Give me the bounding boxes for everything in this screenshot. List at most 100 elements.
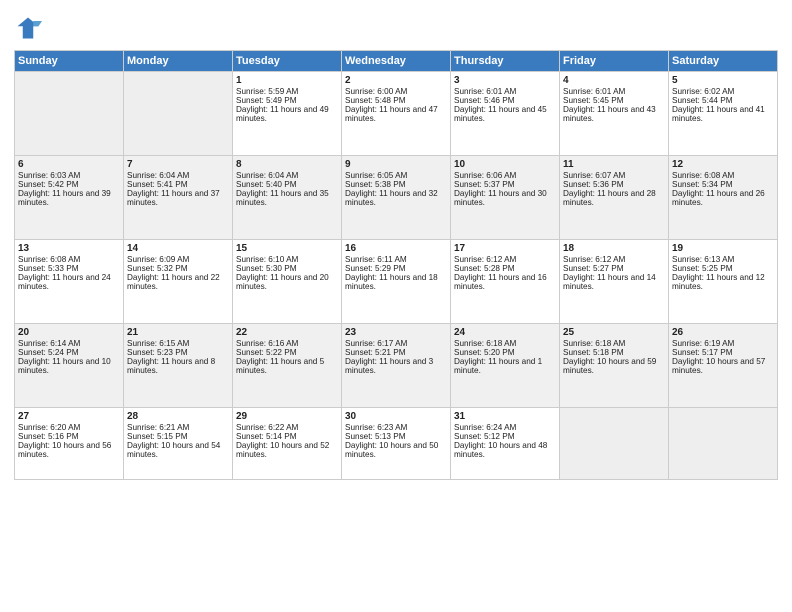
day-info: Sunset: 5:38 PM	[345, 180, 447, 189]
day-number: 12	[672, 159, 774, 170]
calendar-cell	[124, 72, 233, 156]
weekday-header-saturday: Saturday	[669, 51, 778, 72]
day-info: Sunset: 5:16 PM	[18, 432, 120, 441]
day-info: Sunrise: 6:04 AM	[127, 171, 229, 180]
day-info: Sunset: 5:28 PM	[454, 264, 556, 273]
day-info: Daylight: 11 hours and 16 minutes.	[454, 273, 556, 291]
day-info: Sunrise: 6:18 AM	[563, 339, 665, 348]
calendar-cell: 20Sunrise: 6:14 AMSunset: 5:24 PMDayligh…	[15, 324, 124, 408]
day-info: Sunrise: 6:17 AM	[345, 339, 447, 348]
day-number: 17	[454, 243, 556, 254]
day-info: Sunrise: 6:08 AM	[672, 171, 774, 180]
day-number: 1	[236, 75, 338, 86]
day-info: Sunset: 5:15 PM	[127, 432, 229, 441]
calendar-cell: 27Sunrise: 6:20 AMSunset: 5:16 PMDayligh…	[15, 408, 124, 480]
calendar-cell: 18Sunrise: 6:12 AMSunset: 5:27 PMDayligh…	[560, 240, 669, 324]
day-info: Sunrise: 6:19 AM	[672, 339, 774, 348]
weekday-header-sunday: Sunday	[15, 51, 124, 72]
day-info: Sunrise: 6:09 AM	[127, 255, 229, 264]
day-info: Sunrise: 6:06 AM	[454, 171, 556, 180]
day-info: Sunset: 5:29 PM	[345, 264, 447, 273]
day-number: 15	[236, 243, 338, 254]
day-info: Daylight: 11 hours and 8 minutes.	[127, 357, 229, 375]
day-number: 7	[127, 159, 229, 170]
day-info: Sunset: 5:23 PM	[127, 348, 229, 357]
day-info: Sunrise: 6:18 AM	[454, 339, 556, 348]
weekday-header-thursday: Thursday	[451, 51, 560, 72]
day-info: Daylight: 11 hours and 5 minutes.	[236, 357, 338, 375]
day-number: 11	[563, 159, 665, 170]
day-info: Sunrise: 6:14 AM	[18, 339, 120, 348]
calendar-cell: 16Sunrise: 6:11 AMSunset: 5:29 PMDayligh…	[342, 240, 451, 324]
day-number: 3	[454, 75, 556, 86]
calendar-cell: 10Sunrise: 6:06 AMSunset: 5:37 PMDayligh…	[451, 156, 560, 240]
day-info: Daylight: 10 hours and 48 minutes.	[454, 441, 556, 459]
day-info: Sunset: 5:40 PM	[236, 180, 338, 189]
day-info: Sunset: 5:41 PM	[127, 180, 229, 189]
day-info: Sunset: 5:20 PM	[454, 348, 556, 357]
day-info: Daylight: 10 hours and 57 minutes.	[672, 357, 774, 375]
day-info: Sunrise: 5:59 AM	[236, 87, 338, 96]
day-number: 20	[18, 327, 120, 338]
day-info: Daylight: 10 hours and 59 minutes.	[563, 357, 665, 375]
calendar-cell: 13Sunrise: 6:08 AMSunset: 5:33 PMDayligh…	[15, 240, 124, 324]
day-info: Sunrise: 6:21 AM	[127, 423, 229, 432]
day-number: 22	[236, 327, 338, 338]
calendar-cell: 22Sunrise: 6:16 AMSunset: 5:22 PMDayligh…	[233, 324, 342, 408]
day-number: 19	[672, 243, 774, 254]
calendar-cell: 24Sunrise: 6:18 AMSunset: 5:20 PMDayligh…	[451, 324, 560, 408]
day-number: 30	[345, 411, 447, 422]
calendar-cell: 19Sunrise: 6:13 AMSunset: 5:25 PMDayligh…	[669, 240, 778, 324]
calendar-cell: 14Sunrise: 6:09 AMSunset: 5:32 PMDayligh…	[124, 240, 233, 324]
day-info: Sunrise: 6:10 AM	[236, 255, 338, 264]
day-number: 2	[345, 75, 447, 86]
day-number: 23	[345, 327, 447, 338]
day-info: Daylight: 11 hours and 1 minute.	[454, 357, 556, 375]
calendar-cell: 15Sunrise: 6:10 AMSunset: 5:30 PMDayligh…	[233, 240, 342, 324]
calendar-cell: 21Sunrise: 6:15 AMSunset: 5:23 PMDayligh…	[124, 324, 233, 408]
day-info: Sunrise: 6:12 AM	[454, 255, 556, 264]
day-number: 18	[563, 243, 665, 254]
calendar-cell: 5Sunrise: 6:02 AMSunset: 5:44 PMDaylight…	[669, 72, 778, 156]
calendar-cell: 17Sunrise: 6:12 AMSunset: 5:28 PMDayligh…	[451, 240, 560, 324]
day-info: Daylight: 11 hours and 12 minutes.	[672, 273, 774, 291]
day-info: Sunset: 5:32 PM	[127, 264, 229, 273]
day-info: Sunset: 5:37 PM	[454, 180, 556, 189]
calendar-cell: 7Sunrise: 6:04 AMSunset: 5:41 PMDaylight…	[124, 156, 233, 240]
day-info: Sunset: 5:25 PM	[672, 264, 774, 273]
day-info: Sunrise: 6:13 AM	[672, 255, 774, 264]
day-info: Daylight: 11 hours and 22 minutes.	[127, 273, 229, 291]
day-info: Sunset: 5:30 PM	[236, 264, 338, 273]
day-info: Sunrise: 6:07 AM	[563, 171, 665, 180]
day-info: Sunset: 5:24 PM	[18, 348, 120, 357]
day-info: Sunset: 5:42 PM	[18, 180, 120, 189]
day-info: Daylight: 11 hours and 28 minutes.	[563, 189, 665, 207]
day-number: 9	[345, 159, 447, 170]
day-number: 4	[563, 75, 665, 86]
day-info: Daylight: 11 hours and 43 minutes.	[563, 105, 665, 123]
day-info: Daylight: 11 hours and 37 minutes.	[127, 189, 229, 207]
calendar-cell: 9Sunrise: 6:05 AMSunset: 5:38 PMDaylight…	[342, 156, 451, 240]
day-number: 16	[345, 243, 447, 254]
day-info: Daylight: 11 hours and 14 minutes.	[563, 273, 665, 291]
day-number: 21	[127, 327, 229, 338]
day-info: Sunrise: 6:03 AM	[18, 171, 120, 180]
day-info: Daylight: 11 hours and 3 minutes.	[345, 357, 447, 375]
calendar-cell: 6Sunrise: 6:03 AMSunset: 5:42 PMDaylight…	[15, 156, 124, 240]
day-info: Sunset: 5:44 PM	[672, 96, 774, 105]
calendar-cell	[560, 408, 669, 480]
day-info: Sunset: 5:36 PM	[563, 180, 665, 189]
day-info: Daylight: 11 hours and 24 minutes.	[18, 273, 120, 291]
calendar-cell: 23Sunrise: 6:17 AMSunset: 5:21 PMDayligh…	[342, 324, 451, 408]
day-number: 14	[127, 243, 229, 254]
calendar-cell: 26Sunrise: 6:19 AMSunset: 5:17 PMDayligh…	[669, 324, 778, 408]
calendar-cell: 3Sunrise: 6:01 AMSunset: 5:46 PMDaylight…	[451, 72, 560, 156]
calendar-cell: 11Sunrise: 6:07 AMSunset: 5:36 PMDayligh…	[560, 156, 669, 240]
day-info: Sunrise: 6:15 AM	[127, 339, 229, 348]
day-number: 31	[454, 411, 556, 422]
calendar: SundayMondayTuesdayWednesdayThursdayFrid…	[14, 50, 778, 480]
day-info: Daylight: 11 hours and 26 minutes.	[672, 189, 774, 207]
day-number: 25	[563, 327, 665, 338]
day-info: Sunrise: 6:01 AM	[563, 87, 665, 96]
day-info: Sunset: 5:14 PM	[236, 432, 338, 441]
